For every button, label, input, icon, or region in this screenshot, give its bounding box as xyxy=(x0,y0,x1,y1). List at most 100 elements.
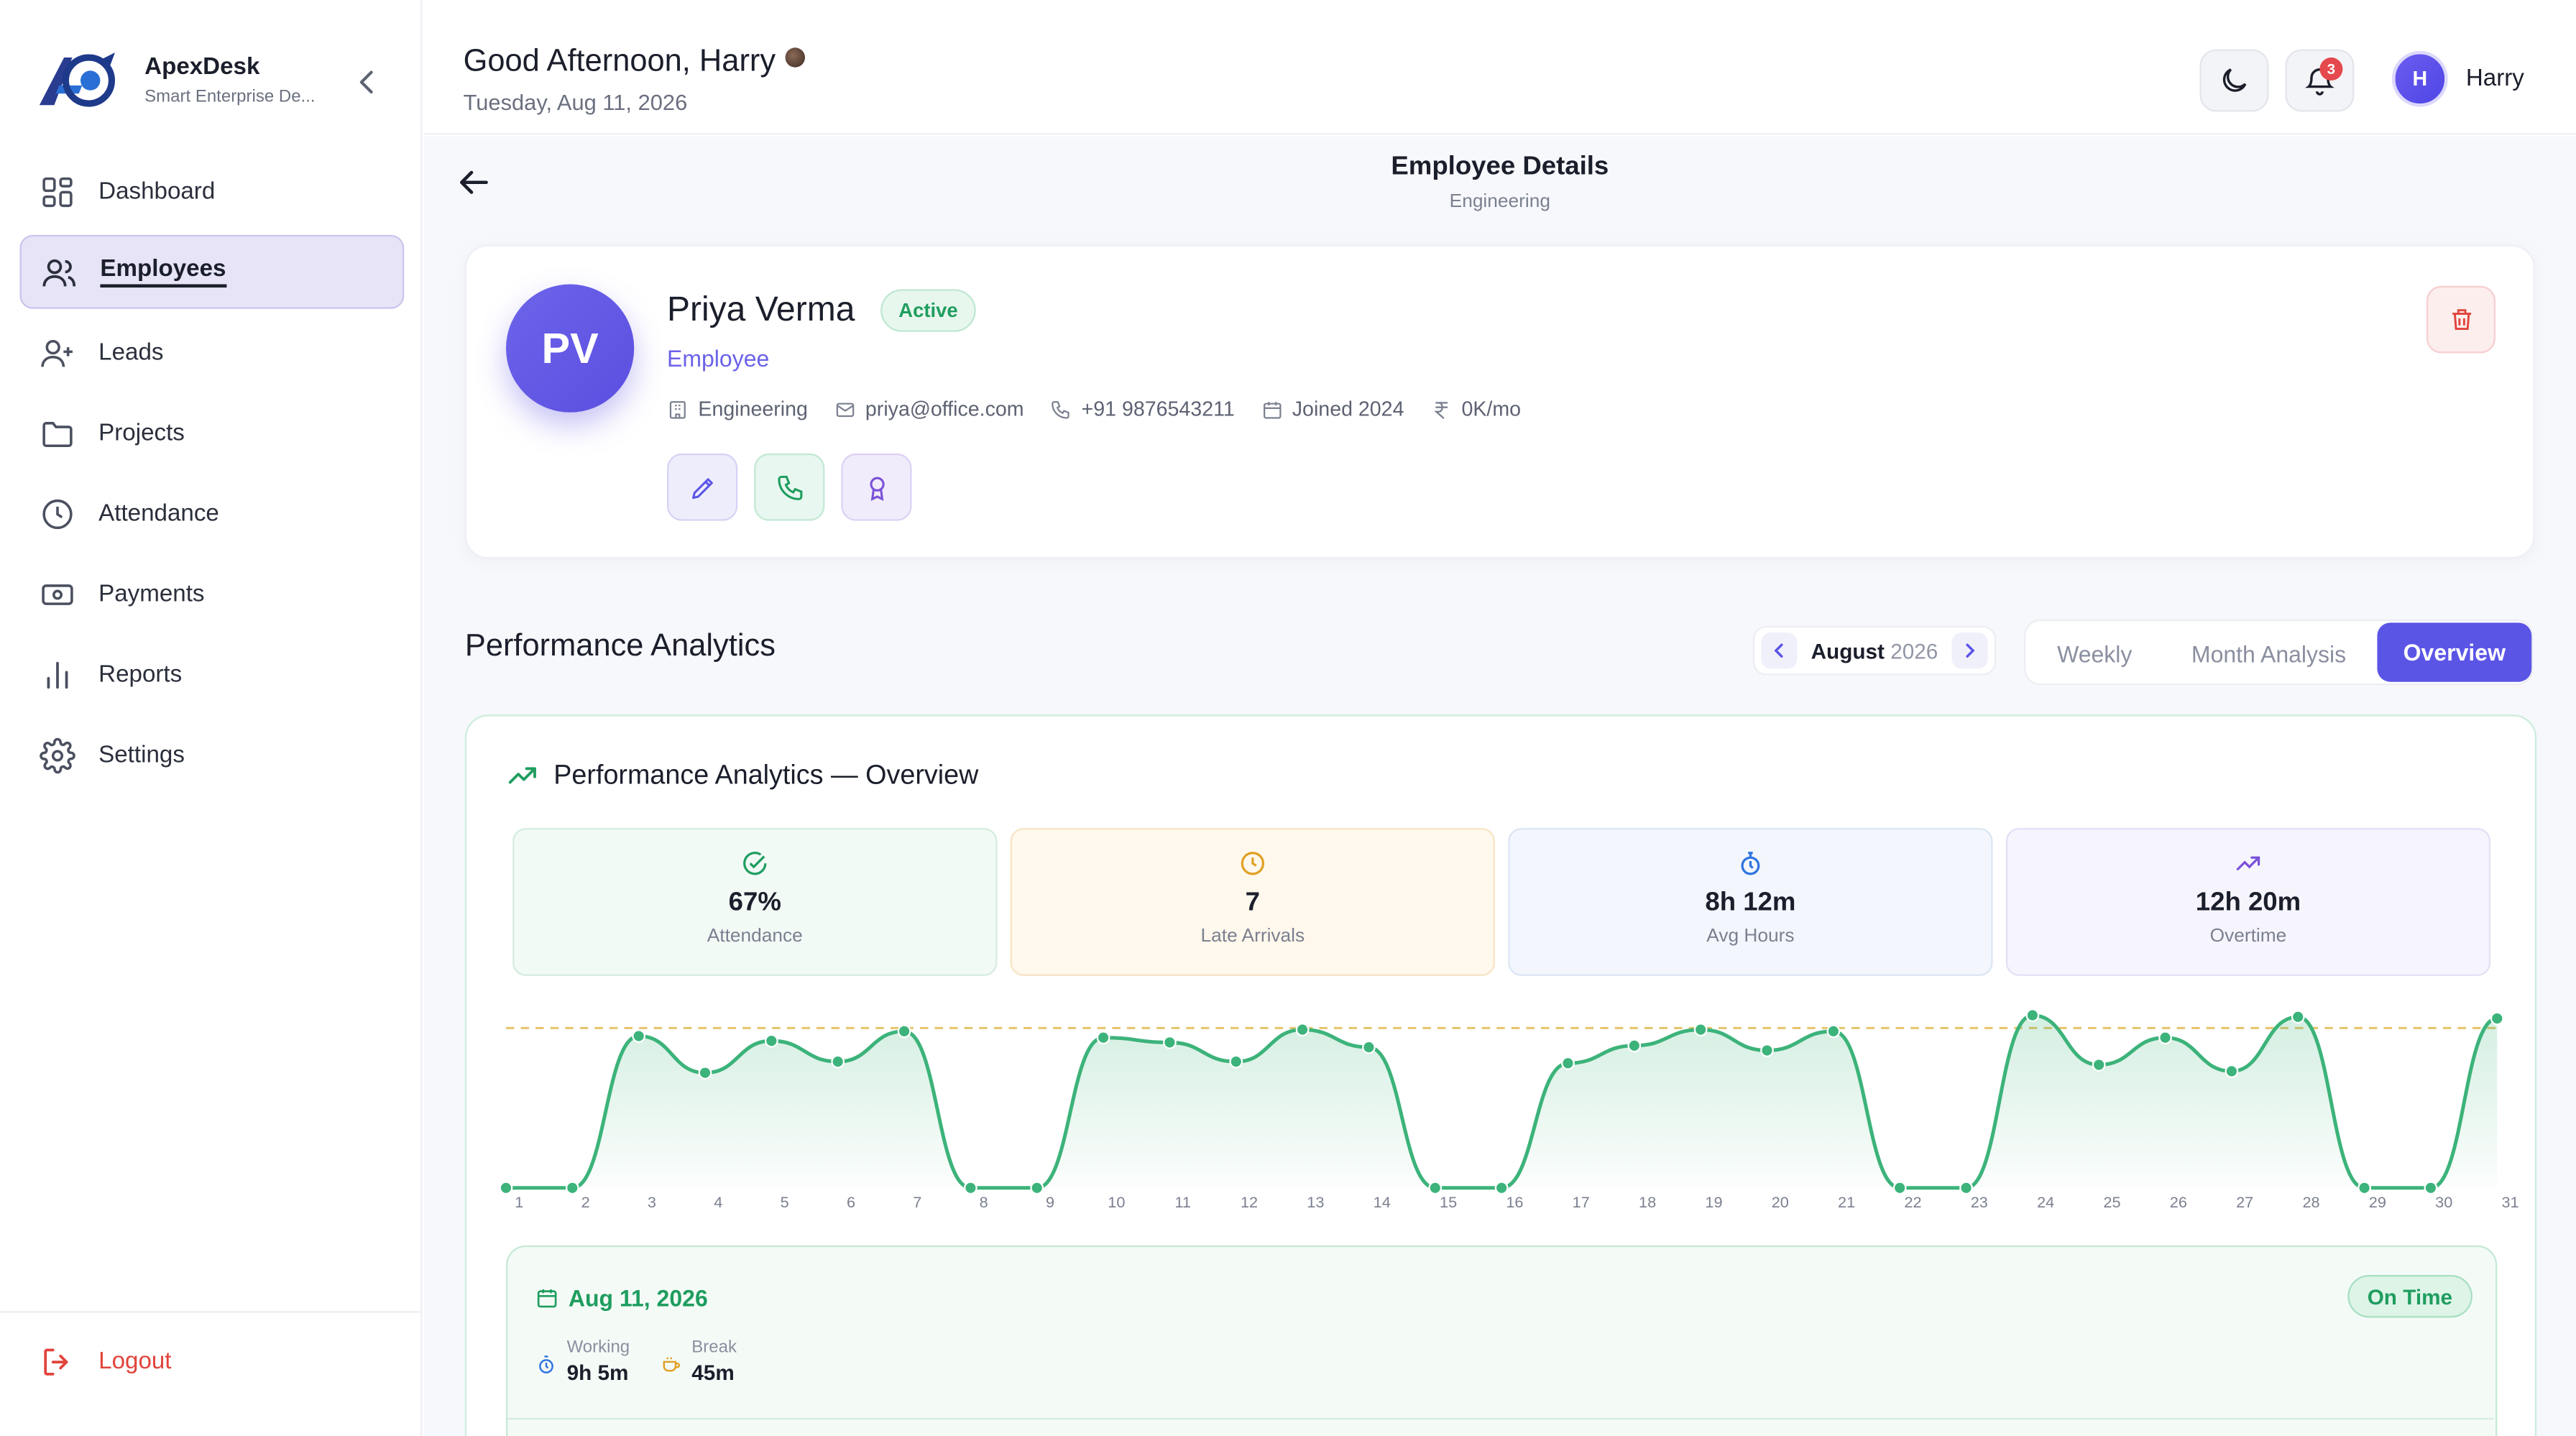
email-text: priya@office.com xyxy=(865,397,1024,421)
sidebar-item-reports[interactable]: Reports xyxy=(19,638,404,712)
day-date-text: Aug 11, 2026 xyxy=(568,1284,708,1312)
chevron-right-icon xyxy=(1966,643,1975,658)
data-point[interactable] xyxy=(499,1181,513,1195)
data-point[interactable] xyxy=(1428,1181,1443,1195)
x-tick-label: 27 xyxy=(2236,1193,2253,1211)
x-tick-label: 15 xyxy=(1440,1193,1457,1211)
data-point[interactable] xyxy=(2025,1008,2040,1022)
tab-weekly[interactable]: Weekly xyxy=(2029,621,2161,686)
data-point[interactable] xyxy=(2092,1058,2106,1072)
edit-button[interactable] xyxy=(666,453,738,521)
logout-button[interactable]: Logout xyxy=(40,1344,172,1380)
phone-icon xyxy=(777,474,802,500)
x-tick-label: 4 xyxy=(714,1193,722,1211)
sidebar-item-payments[interactable]: Payments xyxy=(19,557,404,631)
data-point[interactable] xyxy=(1163,1036,1177,1049)
data-point[interactable] xyxy=(1295,1023,1310,1037)
data-point[interactable] xyxy=(1826,1024,1841,1039)
x-tick-label: 3 xyxy=(648,1193,656,1211)
working-value: 9h 5m xyxy=(566,1360,629,1386)
data-point[interactable] xyxy=(565,1181,579,1195)
data-point[interactable] xyxy=(2225,1064,2239,1078)
data-point[interactable] xyxy=(2358,1181,2371,1195)
x-tick-label: 26 xyxy=(2170,1193,2187,1211)
area-fill xyxy=(505,1015,2498,1188)
award-button[interactable] xyxy=(841,453,912,521)
x-tick-label: 13 xyxy=(1307,1193,1324,1211)
data-point[interactable] xyxy=(1693,1023,1708,1037)
sidebar-item-settings[interactable]: Settings xyxy=(19,718,404,792)
data-point[interactable] xyxy=(1494,1181,1509,1195)
x-tick-label: 21 xyxy=(1838,1193,1855,1211)
data-point[interactable] xyxy=(1561,1056,1575,1070)
employee-name: Priya Verma xyxy=(666,290,855,329)
salary-meta: 0K/mo xyxy=(1430,397,1521,420)
sidebar-item-projects[interactable]: Projects xyxy=(19,396,404,470)
wallet-icon xyxy=(42,584,73,604)
data-point[interactable] xyxy=(1030,1181,1044,1195)
theme-toggle-button[interactable] xyxy=(2199,49,2269,112)
data-point[interactable] xyxy=(964,1181,978,1195)
dashboard-icon xyxy=(42,176,73,206)
call-button[interactable] xyxy=(754,453,825,521)
notifications-button[interactable]: 3 xyxy=(2285,49,2355,112)
prev-month-button[interactable] xyxy=(1761,632,1798,669)
data-point[interactable] xyxy=(2291,1010,2305,1024)
data-point[interactable] xyxy=(1760,1044,1774,1057)
view-mode-tabs: Weekly Month Analysis Overview xyxy=(2023,619,2534,686)
greeting-text: Good Afternoon, Harry xyxy=(463,44,776,79)
sidebar-item-label: Reports xyxy=(98,661,183,688)
data-point[interactable] xyxy=(1229,1054,1243,1069)
attendance-area-chart: 1 2 3 4 5 6 7 8 9 10 11 12 13 14 15 16 17 18 19 20 21 22 23 24 2… xyxy=(499,1008,2519,1211)
next-month-button[interactable] xyxy=(1951,632,1988,669)
month-text: August xyxy=(1811,638,1885,663)
award-icon xyxy=(869,476,884,500)
data-point[interactable] xyxy=(1627,1039,1642,1053)
tab-month-analysis[interactable]: Month Analysis xyxy=(2167,621,2370,686)
data-point[interactable] xyxy=(698,1066,712,1080)
sidebar-item-attendance[interactable]: Attendance xyxy=(19,477,404,551)
delete-employee-button[interactable] xyxy=(2426,285,2496,354)
tab-overview[interactable]: Overview xyxy=(2377,622,2532,682)
day-date: Aug 11, 2026 xyxy=(535,1284,708,1312)
x-tick-label: 24 xyxy=(2037,1193,2054,1211)
x-tick-label: 31 xyxy=(2501,1193,2518,1211)
trash-icon xyxy=(2452,309,2470,331)
collapse-sidebar-chevron-icon[interactable] xyxy=(351,65,381,98)
performance-heading: Performance Analytics xyxy=(464,629,776,664)
x-tick-label: 20 xyxy=(1772,1193,1789,1211)
user-avatar[interactable]: H xyxy=(2391,50,2448,107)
sidebar-item-leads[interactable]: Leads xyxy=(19,316,404,390)
sidebar-nav: Dashboard Employees Leads Projects Atten… xyxy=(19,155,405,798)
data-point[interactable] xyxy=(1362,1040,1376,1054)
top-header: Good Afternoon, Harry Tuesday, Aug 11, 2… xyxy=(423,0,2576,135)
sidebar-item-dashboard[interactable]: Dashboard xyxy=(19,155,404,229)
working-label: Working xyxy=(566,1337,630,1358)
sidebar-item-label: Dashboard xyxy=(98,178,216,205)
x-tick-label: 23 xyxy=(1971,1193,1988,1211)
data-point[interactable] xyxy=(831,1054,845,1069)
data-point[interactable] xyxy=(2424,1181,2438,1195)
data-point[interactable] xyxy=(1096,1031,1110,1045)
user-name[interactable]: Harry xyxy=(2466,65,2524,92)
main-content: Employee Details Engineering PV Priya Ve… xyxy=(423,136,2576,1436)
data-point[interactable] xyxy=(764,1034,778,1048)
data-point[interactable] xyxy=(632,1029,646,1043)
data-point[interactable] xyxy=(1892,1181,1907,1195)
chevron-left-icon xyxy=(1774,643,1783,658)
stopwatch-icon xyxy=(539,1356,553,1373)
department-text: Engineering xyxy=(698,397,808,421)
sidebar-item-employees[interactable]: Employees xyxy=(19,234,405,309)
data-point[interactable] xyxy=(2490,1011,2504,1026)
email-meta[interactable]: priya@office.com xyxy=(834,397,1024,420)
data-point[interactable] xyxy=(1959,1181,1973,1195)
x-tick-label: 12 xyxy=(1241,1193,1258,1211)
phone-meta[interactable]: +91 9876543211 xyxy=(1050,397,1235,420)
x-tick-label: 30 xyxy=(2435,1193,2452,1211)
brand[interactable]: ApexDesk Smart Enterprise De... xyxy=(36,50,316,112)
data-point[interactable] xyxy=(897,1024,911,1039)
performance-overview-card: Performance Analytics — Overview 67% Att… xyxy=(464,714,2537,1436)
sidebar-item-label: Employees xyxy=(100,257,226,288)
data-point[interactable] xyxy=(2158,1031,2172,1045)
greeting: Good Afternoon, Harry xyxy=(464,45,806,80)
